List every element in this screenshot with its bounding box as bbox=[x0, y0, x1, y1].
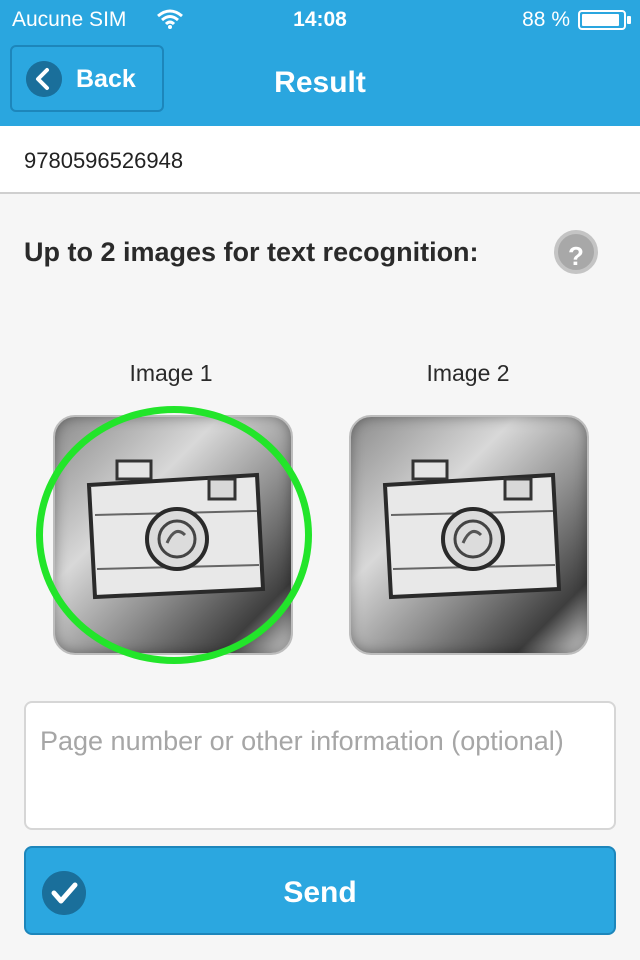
battery-percent: 88 % bbox=[522, 8, 570, 31]
section-heading: Up to 2 images for text recognition: bbox=[24, 237, 479, 267]
send-button-label: Send bbox=[283, 876, 357, 909]
status-bar: Aucune SIM 14:08 88 % bbox=[0, 0, 640, 40]
help-icon[interactable]: ? bbox=[554, 230, 598, 274]
isbn-field[interactable]: 9780596526948 bbox=[0, 126, 640, 194]
send-button[interactable]: Send bbox=[24, 846, 616, 935]
image-1-label: Image 1 bbox=[129, 360, 213, 386]
page-title: Result bbox=[274, 66, 366, 99]
page-info-input[interactable] bbox=[24, 701, 616, 830]
image-2-slot[interactable] bbox=[349, 415, 589, 655]
image-2-label: Image 2 bbox=[426, 360, 510, 386]
camera-icon bbox=[382, 459, 562, 600]
image-1-selection-ring bbox=[36, 406, 312, 664]
battery-icon bbox=[578, 10, 631, 30]
nav-bar: Aucune SIM 14:08 88 % Back Result bbox=[0, 0, 640, 126]
